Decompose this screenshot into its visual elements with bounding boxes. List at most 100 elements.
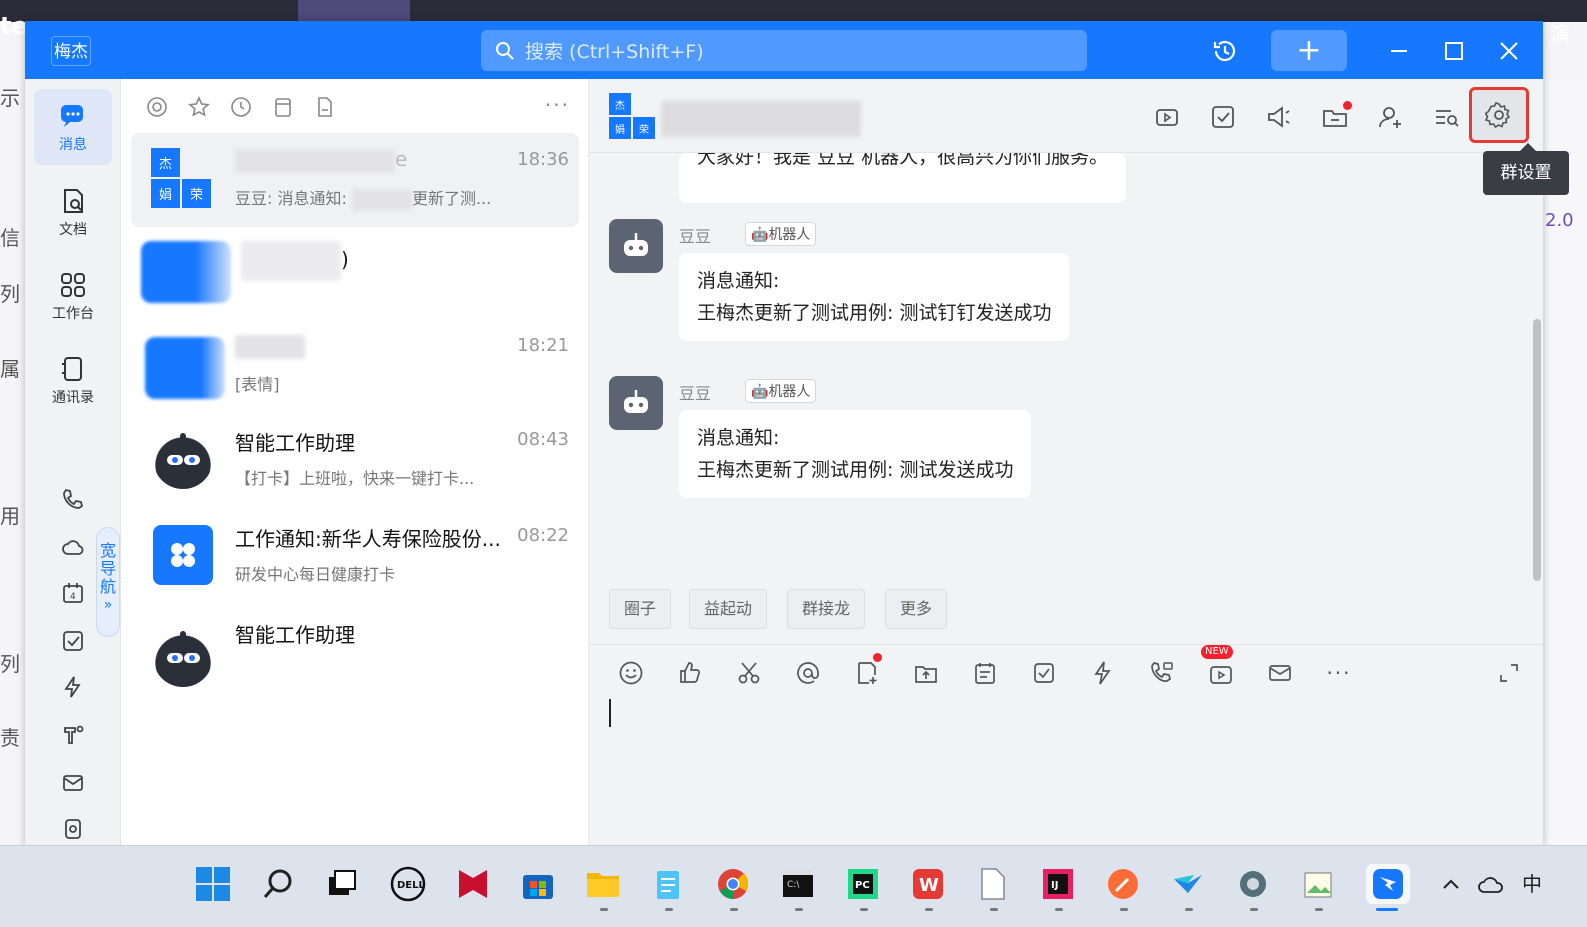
quick-action-relay[interactable]: 群接龙 — [787, 589, 866, 629]
work-notice-avatar — [153, 525, 213, 585]
file-icon[interactable] — [311, 93, 339, 121]
group-settings-button[interactable] — [1469, 87, 1529, 143]
history-icon[interactable] — [1209, 35, 1241, 67]
more-tools-icon[interactable]: ··· — [1325, 659, 1353, 687]
input-method-indicator[interactable]: 中 — [1522, 868, 1542, 897]
image-editor-icon[interactable] — [1298, 864, 1338, 904]
notepad-icon[interactable] — [648, 864, 688, 904]
call-icon[interactable] — [1148, 659, 1176, 687]
phone-icon[interactable] — [59, 485, 87, 513]
conversation-item[interactable]: 智能工作助理 — [131, 605, 579, 699]
robot-avatar[interactable] — [609, 219, 663, 273]
star-icon[interactable] — [185, 93, 213, 121]
archive-icon[interactable] — [269, 93, 297, 121]
mention-icon[interactable] — [143, 93, 171, 121]
message-bubble: 消息通知: 王梅杰更新了测试用例: 测试发送成功 — [679, 410, 1032, 498]
file-explorer-icon[interactable] — [583, 864, 623, 904]
blank-file-icon[interactable] — [973, 864, 1013, 904]
note-add-icon[interactable] — [853, 653, 882, 687]
blurred-avatar — [141, 241, 231, 303]
pycharm-icon[interactable]: PC — [843, 864, 883, 904]
quick-action-circle[interactable]: 圈子 — [609, 589, 672, 629]
wide-nav-toggle[interactable]: 宽导航 » — [96, 527, 120, 637]
more-apps-icon[interactable] — [59, 815, 87, 843]
postman-icon[interactable] — [1103, 864, 1143, 904]
background-fragment: 信 — [0, 226, 20, 250]
task-view-icon[interactable] — [322, 864, 362, 904]
message-bubble: 大家好！我是 豆豆 机器人，很高兴为你们服务。 — [679, 153, 1127, 203]
nav-item-messages[interactable]: 消息 — [34, 89, 112, 165]
search-icon[interactable] — [258, 864, 298, 904]
mention-icon[interactable] — [794, 659, 822, 687]
schedule-icon[interactable] — [971, 659, 999, 687]
group-avatar[interactable]: 杰 娟 荣 — [609, 93, 655, 139]
nav-item-contacts[interactable]: 通讯录 — [34, 343, 112, 419]
group-files-icon[interactable] — [1319, 101, 1352, 133]
add-member-icon[interactable] — [1375, 101, 1407, 133]
quick-action-charity[interactable]: 益起动 — [689, 589, 768, 629]
clover-icon — [171, 543, 195, 567]
store-icon[interactable] — [518, 864, 558, 904]
conversation-item[interactable]: 杰 娟 荣 e 18:36 豆豆: 消息通知: 更新了测... — [131, 133, 579, 227]
todo-icon[interactable] — [59, 627, 87, 655]
minimize-icon[interactable] — [1383, 35, 1415, 67]
robot-tag: 🤖机器人 — [745, 379, 817, 403]
running-indicator — [600, 908, 608, 911]
chrome-icon[interactable] — [713, 864, 753, 904]
user-avatar[interactable]: 梅杰 — [51, 36, 91, 66]
running-indicator — [990, 908, 998, 911]
conversation-item[interactable]: 智能工作助理 08:43 【打卡】上班啦，快来一键打卡... — [131, 413, 579, 507]
emoji-icon[interactable] — [617, 659, 645, 687]
pin-icon[interactable] — [59, 721, 87, 749]
robot-avatar[interactable] — [609, 376, 663, 430]
close-icon[interactable] — [1493, 35, 1525, 67]
todo-icon[interactable] — [1030, 659, 1058, 687]
settings-icon[interactable] — [1233, 864, 1273, 904]
add-button[interactable]: + — [1271, 30, 1347, 71]
expand-icon[interactable] — [1495, 659, 1523, 687]
conversation-item[interactable]: 18:21 [表情] — [131, 319, 579, 413]
background-fragment: 演 — [1550, 22, 1570, 46]
video-meeting-icon[interactable] — [1151, 101, 1183, 133]
nav-item-workbench[interactable]: 工作台 — [34, 259, 112, 335]
conversation-item[interactable]: ) — [131, 227, 579, 321]
onedrive-icon[interactable] — [1474, 864, 1510, 904]
upload-folder-icon[interactable] — [912, 659, 940, 687]
mail-icon[interactable] — [1266, 659, 1294, 687]
dingtalk-icon[interactable] — [1366, 864, 1410, 904]
message-line: 王梅杰更新了测试用例: 测试钉钉发送成功 — [697, 302, 1052, 324]
scissors-icon[interactable] — [735, 659, 763, 687]
flash-icon[interactable] — [59, 673, 87, 701]
mail-icon[interactable] — [59, 769, 87, 797]
nav-item-documents[interactable]: 文档 — [34, 175, 112, 251]
document-icon — [64, 189, 83, 213]
windows-start-icon[interactable] — [193, 864, 233, 904]
blurred-text — [241, 241, 341, 281]
recent-icon[interactable] — [227, 93, 255, 121]
live-icon[interactable]: NEW — [1201, 645, 1235, 687]
more-options-icon[interactable]: ··· — [545, 93, 570, 117]
conversation-item[interactable]: 工作通知:新华人寿保险股份... 08:22 研发中心每日健康打卡 — [131, 509, 579, 603]
quick-action-more[interactable]: 更多 — [885, 589, 948, 629]
terminal-icon[interactable]: C:\ — [778, 864, 818, 904]
feishu-icon[interactable] — [1168, 864, 1208, 904]
search-input[interactable]: 搜索 (Ctrl+Shift+F) — [481, 30, 1087, 71]
intellij-icon[interactable]: IJ — [1038, 864, 1078, 904]
task-icon[interactable] — [1207, 101, 1239, 133]
search-icon — [496, 41, 514, 60]
mcafee-icon[interactable] — [453, 864, 493, 904]
message-input[interactable] — [609, 699, 611, 727]
cloud-icon[interactable] — [59, 533, 87, 561]
search-history-icon[interactable] — [1431, 101, 1463, 133]
calendar-icon[interactable]: 4 — [59, 579, 87, 607]
running-indicator — [1120, 908, 1128, 911]
wps-icon[interactable]: W — [908, 864, 948, 904]
chevron-up-icon[interactable] — [1436, 864, 1466, 904]
chat-scrollbar[interactable] — [1533, 319, 1541, 581]
announcement-icon[interactable] — [1263, 101, 1295, 133]
dell-icon[interactable]: DELL — [388, 864, 428, 904]
thumbs-up-icon[interactable] — [676, 659, 704, 687]
group-name[interactable] — [661, 101, 861, 141]
maximize-icon[interactable] — [1438, 35, 1470, 67]
ding-icon[interactable] — [1089, 659, 1117, 687]
